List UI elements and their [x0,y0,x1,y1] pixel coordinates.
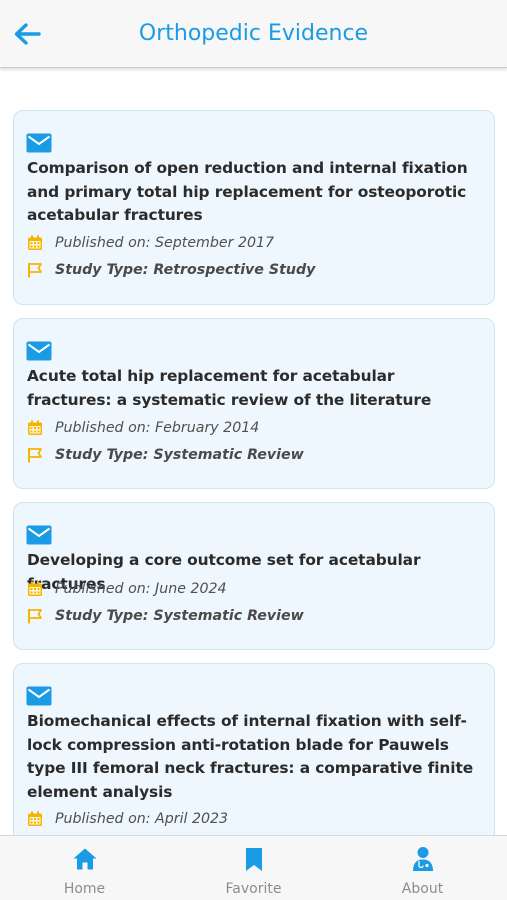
bookmark-icon [245,847,262,871]
published-date: Published on: September 2017 [55,235,275,251]
calendar-icon [28,235,42,250]
doctor-icon [412,847,433,871]
calendar-icon [28,420,42,435]
envelope-icon [26,341,52,361]
nav-home[interactable]: Home [0,836,169,900]
page-title: Orthopedic Evidence [138,21,369,46]
calendar-icon [28,581,42,596]
calendar-icon [28,811,42,826]
study-type: Study Type: Systematic Review [55,447,304,463]
published-row: Published on: February 2014 [27,418,484,438]
article-title: Comparison of open reduction and interna… [27,159,468,224]
flag-icon [28,609,42,624]
study-type: Study Type: Systematic Review [55,608,304,624]
flag-icon [28,263,42,278]
nav-about[interactable]: About [338,836,507,900]
published-date: Published on: June 2024 [55,581,227,597]
study-type: Study Type: Retrospective Study [55,262,316,278]
study-type-row: Study Type: Systematic Review [27,445,484,465]
envelope-icon [26,133,52,153]
study-type-row: Study Type: Systematic Review [27,606,484,626]
article-card[interactable]: Acute total hip replacement for acetabul… [13,318,495,489]
article-title: Acute total hip replacement for acetabul… [27,367,432,409]
published-date: Published on: April 2023 [55,811,229,827]
published-row: Published on: June 2024 [27,579,484,599]
article-title: Biomechanical effects of internal fixati… [27,712,474,801]
article-list[interactable]: Comparison of open reduction and interna… [0,69,507,835]
article-card[interactable]: Biomechanical effects of internal fixati… [13,663,495,835]
home-icon [73,848,96,870]
app-bar: Orthopedic Evidence [0,0,507,68]
study-type-row: Study Type: Retrospective Study [27,260,484,280]
flag-icon [28,448,42,463]
nav-home-label: Home [63,881,106,897]
published-date: Published on: February 2014 [55,420,260,436]
bottom-nav: Home Favorite About [0,835,507,900]
envelope-icon [26,525,52,545]
nav-favorite[interactable]: Favorite [169,836,338,900]
nav-about-label: About [401,881,444,897]
article-card[interactable]: Developing a core outcome set for acetab… [13,502,495,650]
published-row: Published on: April 2023 [27,809,484,829]
envelope-icon [26,686,52,706]
nav-favorite-label: Favorite [225,881,282,897]
published-row: Published on: September 2017 [27,233,484,253]
article-card[interactable]: Comparison of open reduction and interna… [13,110,495,305]
